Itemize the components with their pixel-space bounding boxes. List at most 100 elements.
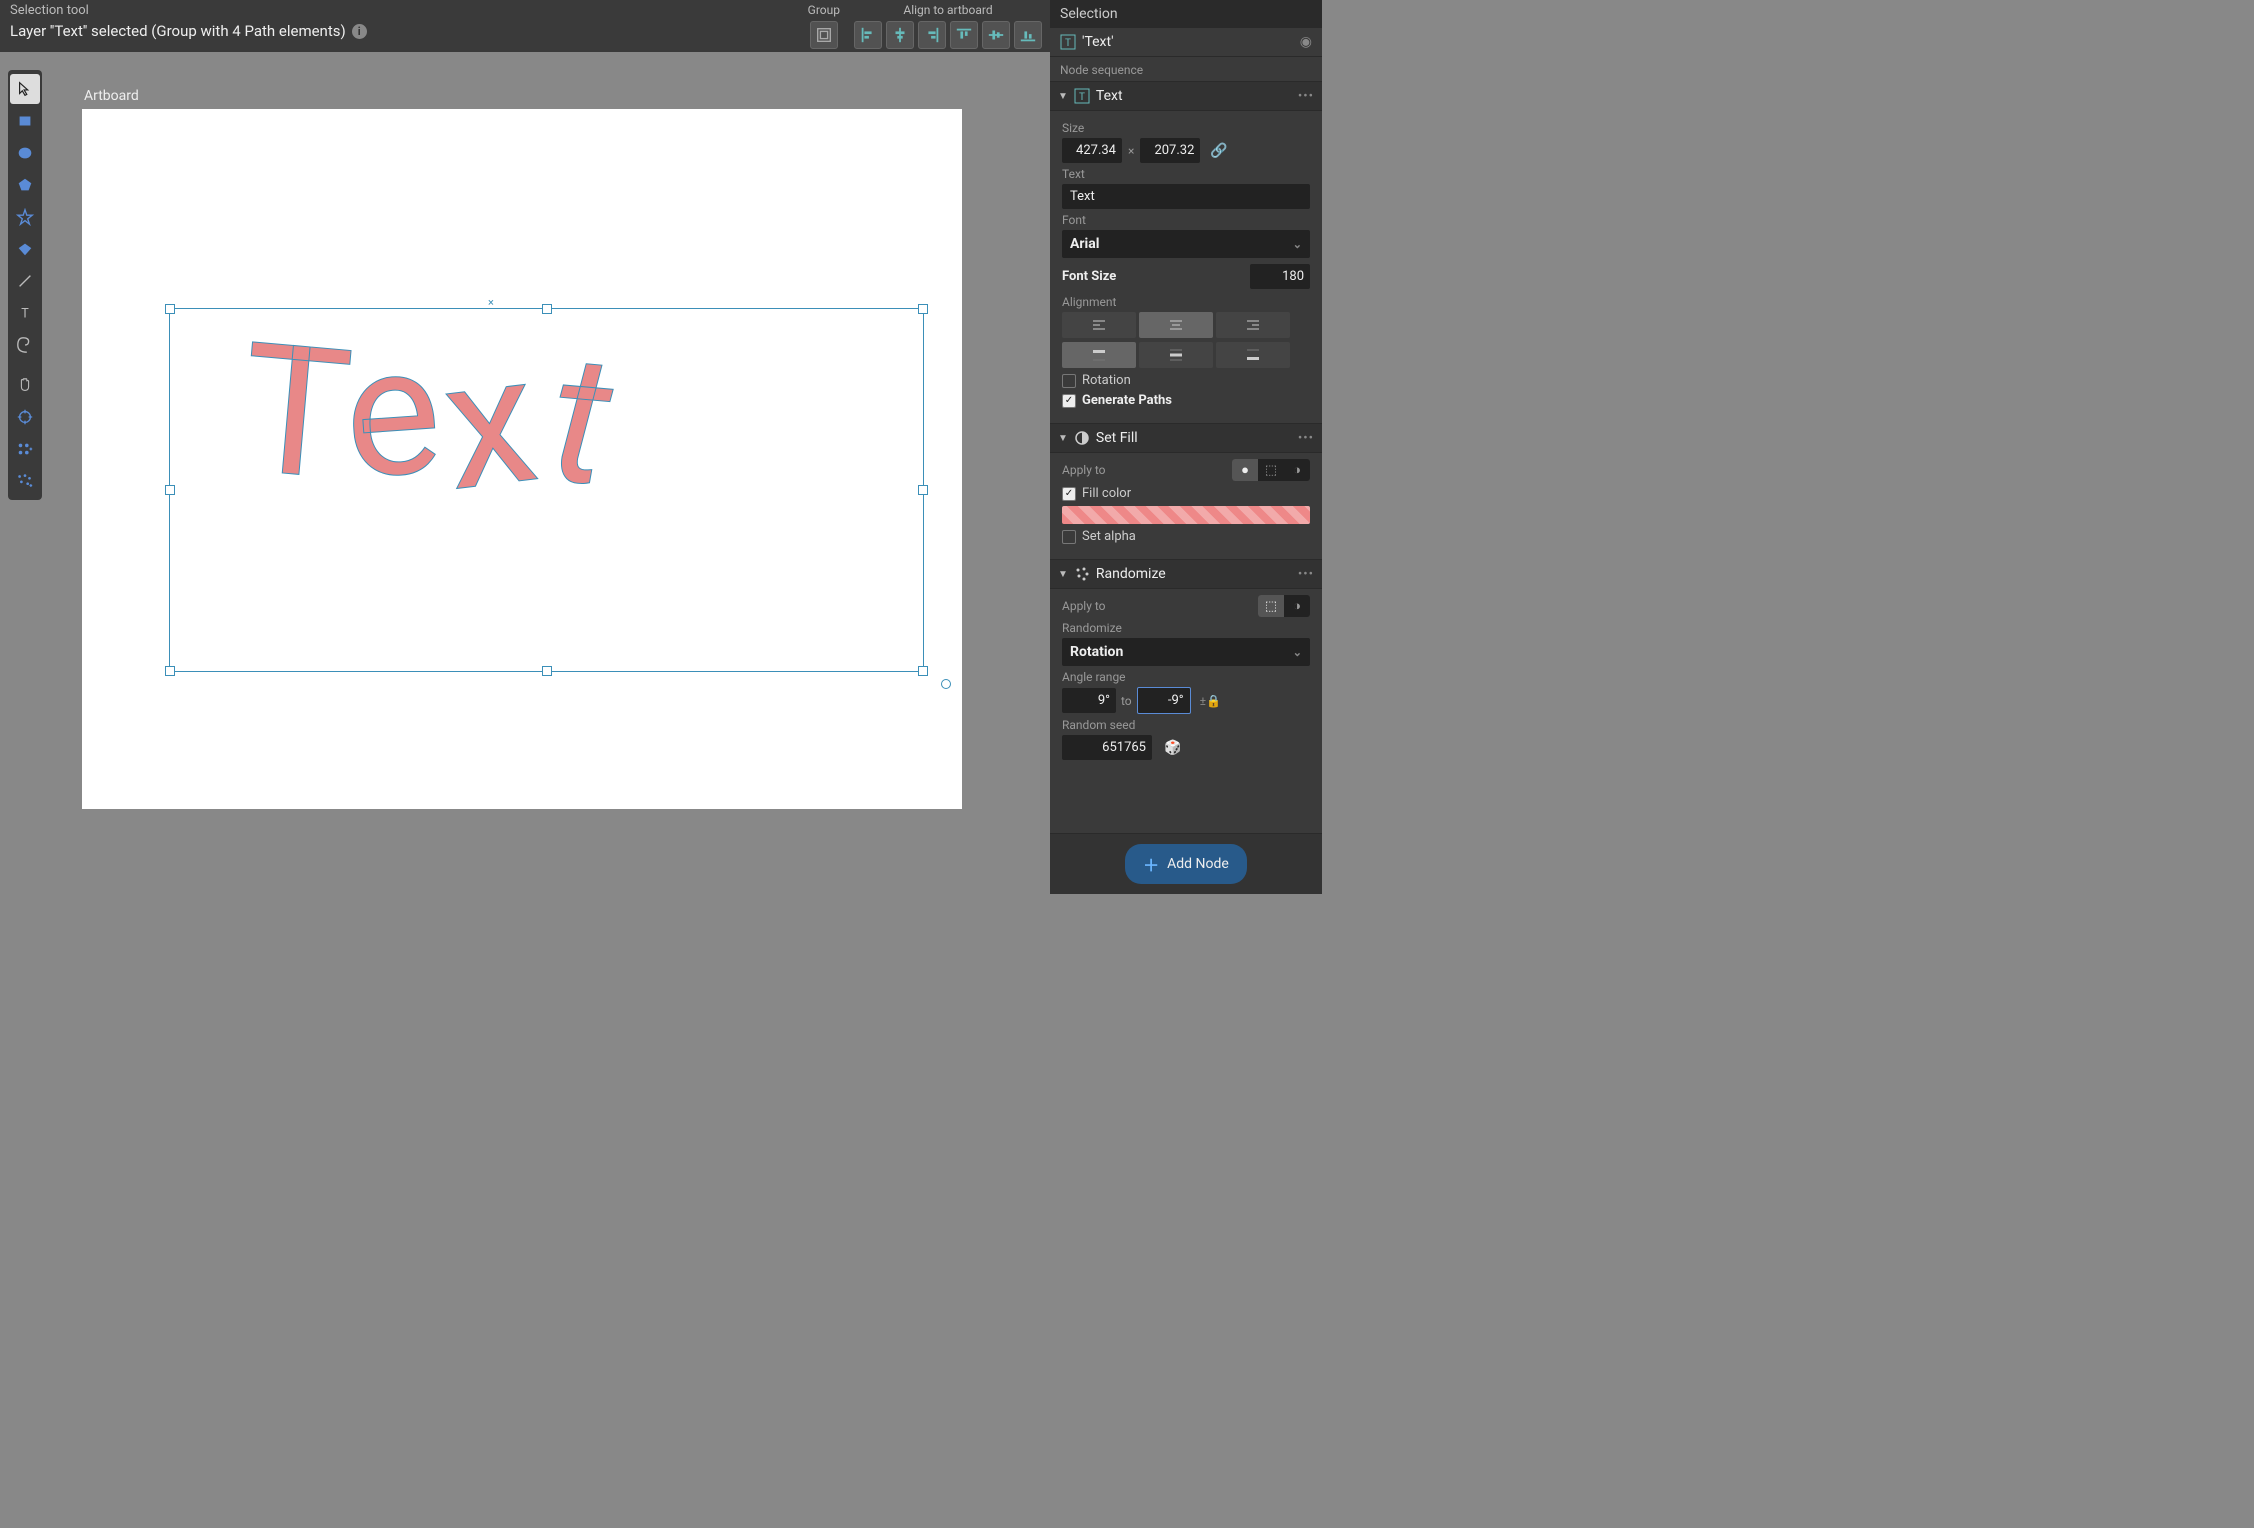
apply-each-icon[interactable]: ◑ xyxy=(1284,595,1310,617)
pan-tool[interactable] xyxy=(10,370,40,400)
valign-middle-button[interactable] xyxy=(1139,342,1213,368)
fill-color-swatch[interactable] xyxy=(1062,506,1310,524)
chevron-down-icon: ⌄ xyxy=(1293,646,1302,659)
tool-palette: T xyxy=(8,70,42,500)
align-right-button[interactable] xyxy=(918,21,946,49)
text-content-input[interactable] xyxy=(1062,184,1310,209)
inspector-panel: Selection T 'Text' ◉ Node sequence ▼ T T… xyxy=(1050,0,1322,894)
fill-color-checkbox[interactable]: ✓ xyxy=(1062,487,1076,501)
svg-text:T: T xyxy=(1065,38,1071,49)
line-tool[interactable] xyxy=(10,266,40,296)
handle-mid-left[interactable] xyxy=(165,485,175,495)
randomize-label: Randomize xyxy=(1062,621,1310,635)
angle-from-input[interactable] xyxy=(1062,688,1116,713)
selection-box[interactable] xyxy=(169,308,924,672)
collapse-icon[interactable]: ▼ xyxy=(1058,569,1068,580)
apply-both-icon[interactable]: ◑ xyxy=(1284,459,1310,481)
handle-bot-mid[interactable] xyxy=(542,666,552,676)
handle-top-left[interactable] xyxy=(165,304,175,314)
fill-node-icon xyxy=(1074,430,1090,446)
valign-bottom-button[interactable] xyxy=(1216,342,1290,368)
apply-to-toggle[interactable]: ● ⬚ ◑ xyxy=(1232,459,1310,481)
text-layer-icon: T xyxy=(1060,34,1076,50)
panel-title: Selection xyxy=(1050,0,1322,28)
reroll-seed-icon[interactable]: 🎲 xyxy=(1164,740,1181,756)
randomize-tool[interactable] xyxy=(10,466,40,496)
text-prop-label: Text xyxy=(1062,167,1310,181)
set-alpha-checkbox[interactable] xyxy=(1062,530,1076,544)
valign-top-button[interactable] xyxy=(1062,342,1136,368)
apply-to-label: Apply to xyxy=(1062,463,1106,477)
size-label: Size xyxy=(1062,121,1310,135)
setfill-more-icon[interactable]: ••• xyxy=(1298,431,1314,446)
handle-mid-right[interactable] xyxy=(918,485,928,495)
artboard-label: Artboard xyxy=(84,88,139,104)
font-label: Font xyxy=(1062,213,1310,227)
rotation-checkbox[interactable] xyxy=(1062,374,1076,388)
distribute-tool[interactable] xyxy=(10,434,40,464)
apply-group-icon[interactable]: ⬚ xyxy=(1258,595,1284,617)
info-icon[interactable]: i xyxy=(352,24,367,39)
width-input[interactable] xyxy=(1062,138,1122,163)
group-button[interactable] xyxy=(810,21,838,49)
align-hcenter-button[interactable] xyxy=(886,21,914,49)
rect-tool[interactable] xyxy=(10,106,40,136)
apply-fill-icon[interactable]: ● xyxy=(1232,459,1258,481)
artboard[interactable]: T e x t × xyxy=(82,109,962,809)
svg-text:T: T xyxy=(1079,92,1085,103)
rotate-handle[interactable] xyxy=(941,679,951,689)
generate-paths-checkbox[interactable]: ✓ xyxy=(1062,394,1076,408)
align-left-button[interactable] xyxy=(854,21,882,49)
spiral-tool[interactable] xyxy=(10,330,40,360)
handle-top-right[interactable] xyxy=(918,304,928,314)
angle-range-label: Angle range xyxy=(1062,670,1310,684)
fontsize-input[interactable] xyxy=(1250,264,1310,289)
add-node-button[interactable]: ＋ Add Node xyxy=(1125,844,1247,884)
apply-stroke-icon[interactable]: ⬚ xyxy=(1258,459,1284,481)
text-node-icon: T xyxy=(1074,88,1090,104)
object-header: T 'Text' ◉ xyxy=(1050,28,1322,57)
halign-center-button[interactable] xyxy=(1139,312,1213,338)
setfill-section-header[interactable]: ▼ Set Fill ••• xyxy=(1050,423,1322,453)
handle-bot-left[interactable] xyxy=(165,666,175,676)
visibility-icon[interactable]: ◉ xyxy=(1300,34,1312,50)
font-select[interactable]: Arial⌄ xyxy=(1062,230,1310,258)
angle-to-input[interactable] xyxy=(1137,687,1191,714)
move-tool[interactable] xyxy=(10,402,40,432)
randomize-property-select[interactable]: Rotation⌄ xyxy=(1062,638,1310,666)
randomize-apply-toggle[interactable]: ⬚ ◑ xyxy=(1258,595,1310,617)
height-input[interactable] xyxy=(1140,138,1200,163)
angle-link-icon[interactable]: ±🔒 xyxy=(1200,694,1221,708)
fontsize-label: Font Size xyxy=(1062,269,1242,284)
halign-left-button[interactable] xyxy=(1062,312,1136,338)
text-tool[interactable]: T xyxy=(10,298,40,328)
object-name: 'Text' xyxy=(1082,34,1114,50)
diamond-tool[interactable] xyxy=(10,234,40,264)
text-section-header[interactable]: ▼ T Text ••• xyxy=(1050,81,1322,111)
node-sequence-label: Node sequence xyxy=(1050,57,1322,81)
apply-to-label-2: Apply to xyxy=(1062,599,1106,613)
align-bottom-button[interactable] xyxy=(1014,21,1042,49)
halign-right-button[interactable] xyxy=(1216,312,1290,338)
collapse-icon[interactable]: ▼ xyxy=(1058,91,1068,102)
randomize-node-icon xyxy=(1074,566,1090,582)
canvas-area[interactable]: Artboard T e x t × xyxy=(48,52,1050,894)
handle-top-mid[interactable] xyxy=(542,304,552,314)
polygon-tool[interactable] xyxy=(10,170,40,200)
align-toolbar-label: Align to artboard xyxy=(903,3,992,17)
ellipse-tool[interactable] xyxy=(10,138,40,168)
align-vcenter-button[interactable] xyxy=(982,21,1010,49)
plus-icon: ＋ xyxy=(1143,852,1159,876)
randomize-more-icon[interactable]: ••• xyxy=(1298,567,1314,582)
seed-input[interactable] xyxy=(1062,735,1152,760)
text-section-more-icon[interactable]: ••• xyxy=(1298,89,1314,104)
randomize-section-header[interactable]: ▼ Randomize ••• xyxy=(1050,559,1322,589)
collapse-icon[interactable]: ▼ xyxy=(1058,433,1068,444)
align-top-button[interactable] xyxy=(950,21,978,49)
svg-text:T: T xyxy=(21,307,29,322)
link-aspect-icon[interactable]: 🔗 xyxy=(1210,143,1227,159)
select-tool[interactable] xyxy=(10,74,40,104)
group-toolbar-label: Group xyxy=(808,3,840,17)
star-tool[interactable] xyxy=(10,202,40,232)
handle-bot-right[interactable] xyxy=(918,666,928,676)
